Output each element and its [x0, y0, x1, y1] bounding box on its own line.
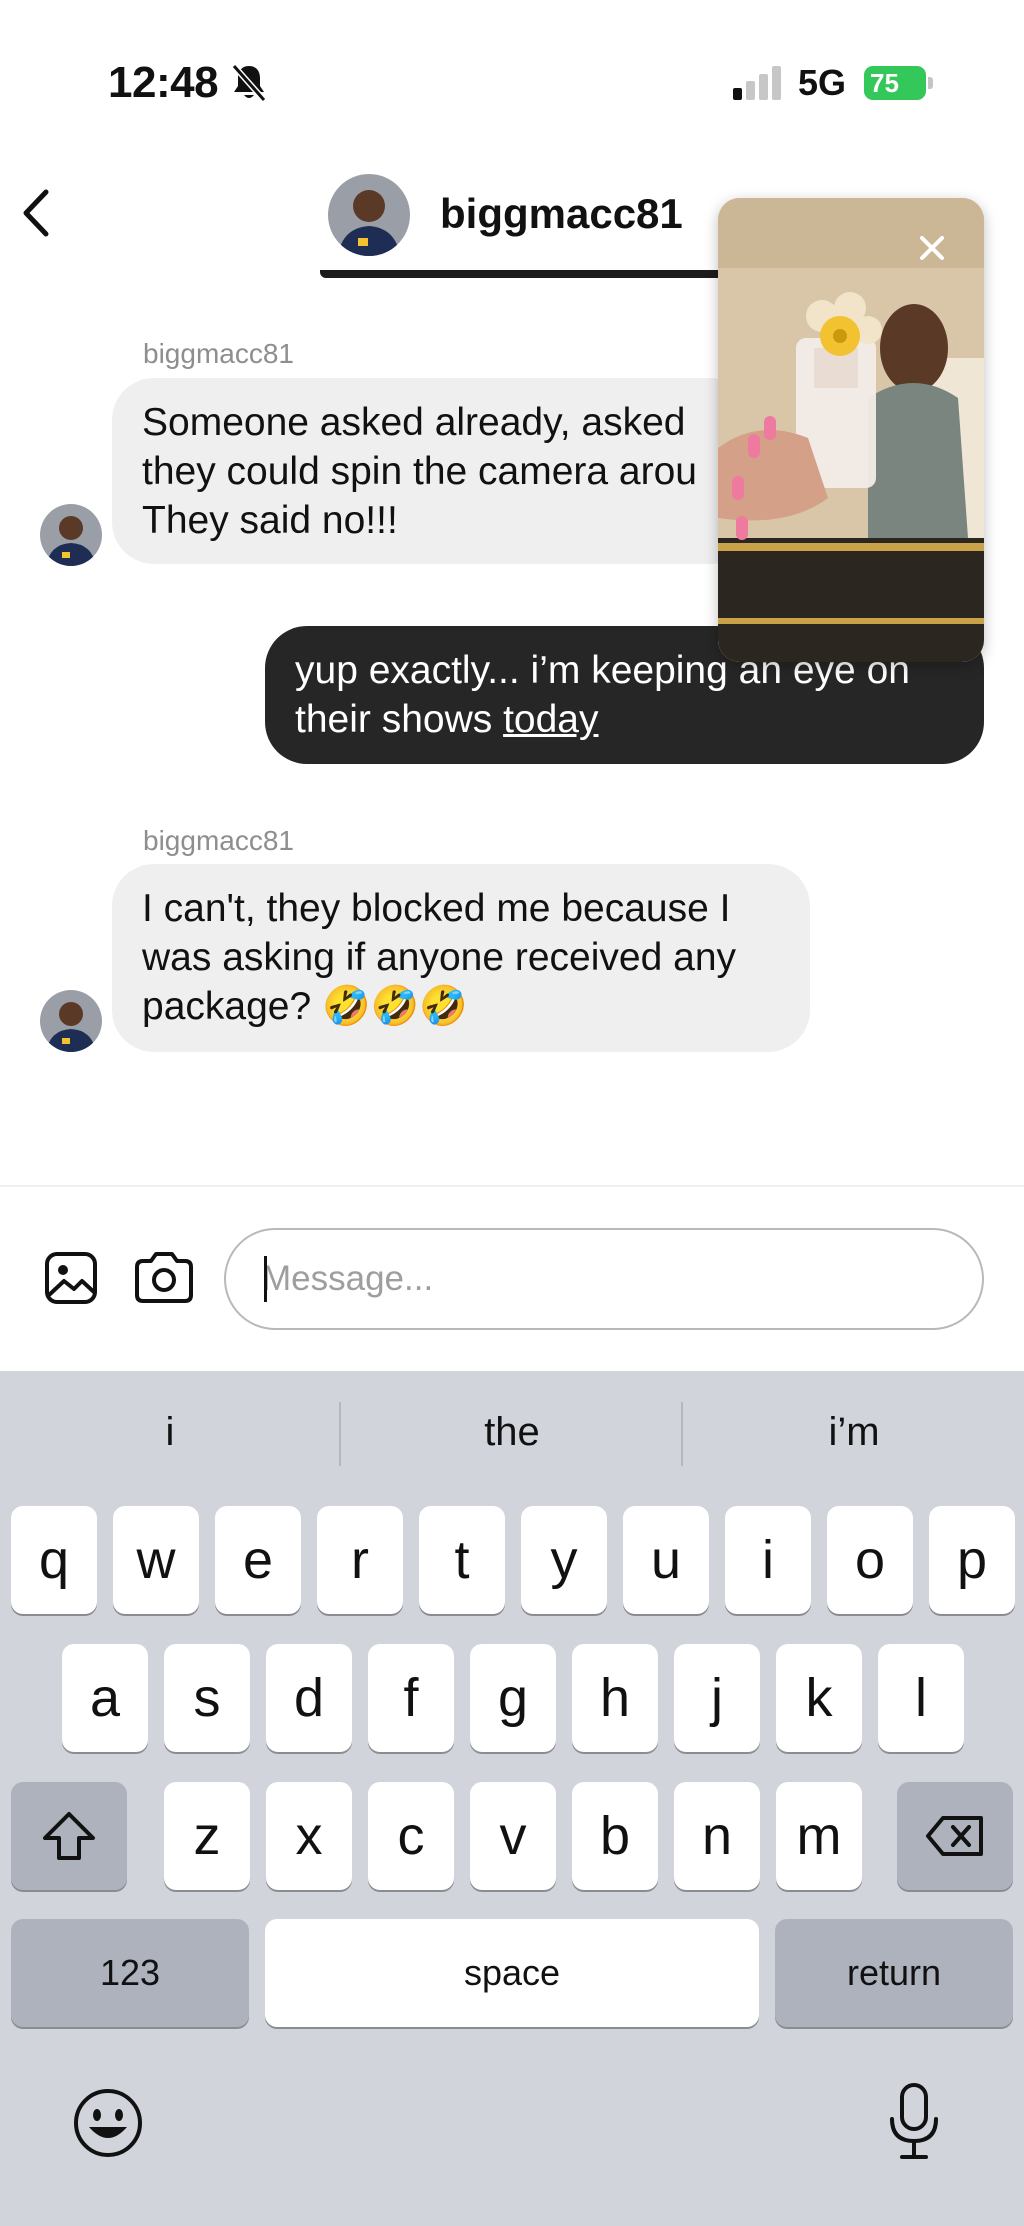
- key-d[interactable]: d: [266, 1644, 352, 1752]
- key-k[interactable]: k: [776, 1644, 862, 1752]
- key-q[interactable]: q: [11, 1506, 97, 1614]
- camera-icon[interactable]: [133, 1249, 195, 1305]
- key-y[interactable]: y: [521, 1506, 607, 1614]
- suggestion-item[interactable]: i: [0, 1410, 340, 1462]
- gallery-icon[interactable]: [44, 1251, 98, 1305]
- message-input[interactable]: [224, 1228, 984, 1330]
- key-f[interactable]: f: [368, 1644, 454, 1752]
- backspace-icon: [926, 1816, 983, 1856]
- shift-key[interactable]: [11, 1782, 127, 1890]
- suggestion-divider: [681, 1402, 683, 1466]
- sender-avatar[interactable]: [40, 990, 102, 1052]
- key-g[interactable]: g: [470, 1644, 556, 1752]
- key-r[interactable]: r: [317, 1506, 403, 1614]
- key-e[interactable]: e: [215, 1506, 301, 1614]
- text-cursor: [264, 1256, 267, 1302]
- message-sender: biggmacc81: [143, 338, 294, 369]
- key-j[interactable]: j: [674, 1644, 760, 1752]
- key-x[interactable]: x: [266, 1782, 352, 1890]
- return-key[interactable]: return: [775, 1919, 1013, 2027]
- battery-icon: 75: [864, 66, 934, 100]
- space-key[interactable]: space: [265, 1919, 759, 2027]
- header-underline: [320, 270, 740, 278]
- cellular-signal-icon: [733, 66, 781, 100]
- message-text: their shows: [295, 698, 504, 741]
- key-c[interactable]: c: [368, 1782, 454, 1890]
- header-username[interactable]: biggmacc81: [440, 190, 683, 238]
- key-b[interactable]: b: [572, 1782, 658, 1890]
- message-sender: biggmacc81: [143, 825, 294, 856]
- composer-divider: [0, 1185, 1024, 1187]
- status-time: 12:48: [108, 58, 219, 107]
- suggestion-item[interactable]: the: [342, 1410, 682, 1462]
- back-button[interactable]: [16, 186, 56, 240]
- delete-key[interactable]: [897, 1782, 1013, 1890]
- suggestion-divider: [339, 1402, 341, 1466]
- key-a[interactable]: a: [62, 1644, 148, 1752]
- message-line: I can't, they blocked me because I: [142, 887, 731, 930]
- message-link[interactable]: today: [503, 698, 598, 741]
- emoji-icon[interactable]: [72, 2087, 144, 2159]
- key-p[interactable]: p: [929, 1506, 1015, 1614]
- message-line: package? 🤣🤣🤣: [142, 985, 468, 1028]
- incoming-message-bubble[interactable]: I can't, they blocked me because I was a…: [112, 864, 810, 1052]
- message-line: was asking if anyone received any: [142, 936, 737, 979]
- message-line: They said no!!!: [142, 499, 398, 542]
- sender-avatar[interactable]: [40, 504, 102, 566]
- battery-level: 75: [870, 68, 899, 98]
- key-u[interactable]: u: [623, 1506, 709, 1614]
- key-n[interactable]: n: [674, 1782, 760, 1890]
- key-w[interactable]: w: [113, 1506, 199, 1614]
- network-type: 5G: [798, 62, 847, 103]
- suggestion-item[interactable]: i’m: [684, 1410, 1024, 1462]
- key-s[interactable]: s: [164, 1644, 250, 1752]
- key-o[interactable]: o: [827, 1506, 913, 1614]
- key-z[interactable]: z: [164, 1782, 250, 1890]
- shift-icon: [43, 1812, 95, 1860]
- incoming-message-bubble[interactable]: Someone asked already, asked they could …: [112, 378, 752, 564]
- microphone-icon[interactable]: [886, 2081, 942, 2163]
- message-line: they could spin the camera arou: [142, 450, 697, 493]
- message-line: their shows today: [295, 695, 954, 744]
- header-avatar[interactable]: [328, 174, 410, 256]
- bell-slash-icon: [231, 64, 267, 102]
- key-m[interactable]: m: [776, 1782, 862, 1890]
- key-t[interactable]: t: [419, 1506, 505, 1614]
- message-line: Someone asked already, asked: [142, 401, 686, 444]
- key-l[interactable]: l: [878, 1644, 964, 1752]
- key-i[interactable]: i: [725, 1506, 811, 1614]
- key-v[interactable]: v: [470, 1782, 556, 1890]
- key-h[interactable]: h: [572, 1644, 658, 1752]
- close-icon[interactable]: [912, 228, 952, 268]
- numbers-key[interactable]: 123: [11, 1919, 249, 2027]
